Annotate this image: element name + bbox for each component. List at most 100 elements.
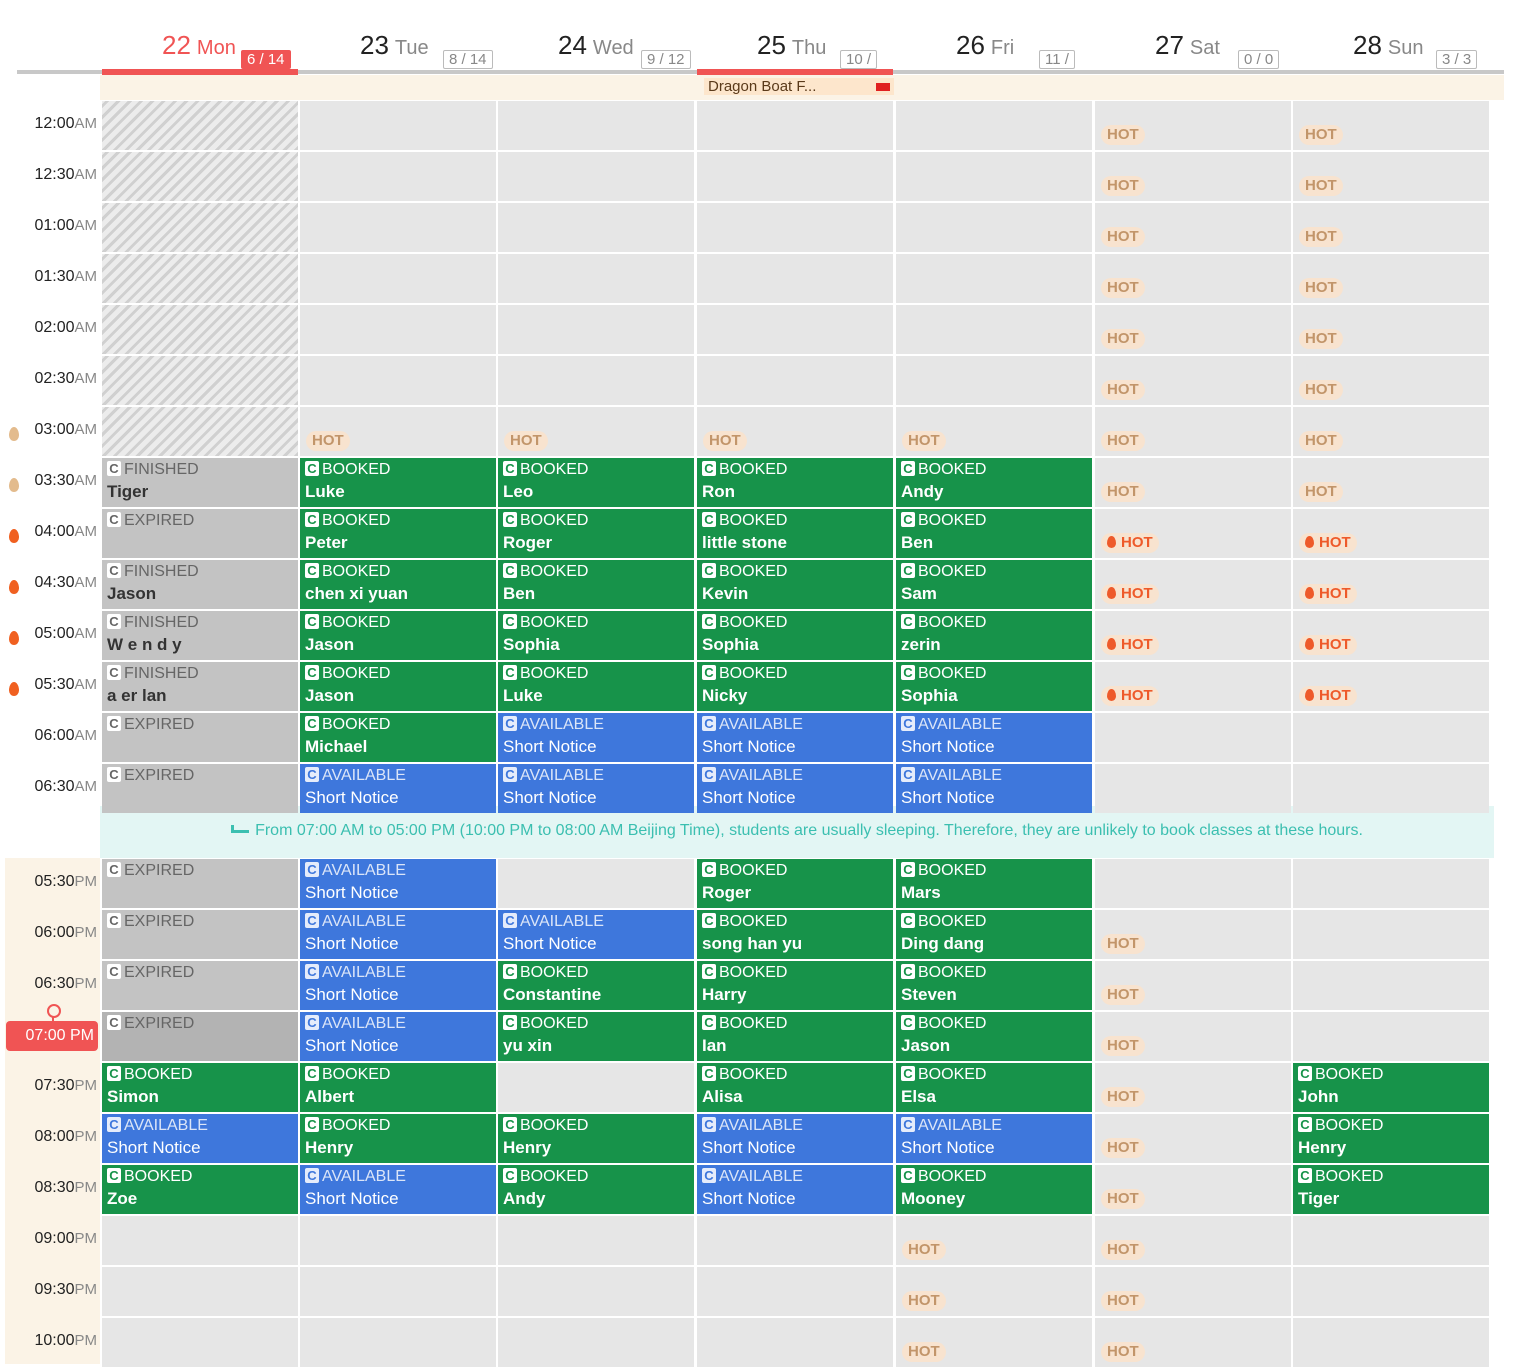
day-header-sat[interactable]: 27 Sat 0 / 0 [1093, 30, 1291, 70]
class-slot-booked[interactable]: C BOOKED Harry [697, 961, 893, 1010]
empty-slot[interactable] [1095, 713, 1291, 762]
class-slot-booked[interactable]: C BOOKED Elsa [896, 1063, 1092, 1112]
day-header-wed[interactable]: 24 Wed 9 / 12 [496, 30, 694, 70]
empty-slot[interactable] [1095, 764, 1291, 813]
class-slot-expired[interactable]: C EXPIRED [102, 713, 298, 762]
empty-slot[interactable] [300, 203, 496, 252]
empty-slot[interactable] [1095, 859, 1291, 908]
empty-slot[interactable] [102, 1216, 298, 1265]
class-slot-expired[interactable]: C EXPIRED [102, 910, 298, 959]
class-slot-booked[interactable]: C BOOKED John [1293, 1063, 1489, 1112]
empty-slot[interactable] [102, 1318, 298, 1367]
empty-slot[interactable] [896, 305, 1092, 354]
class-slot-booked[interactable]: C BOOKED Sophia [697, 611, 893, 660]
class-slot-available[interactable]: C AVAILABLE Short Notice [300, 961, 496, 1010]
empty-slot[interactable] [300, 1216, 496, 1265]
class-slot-booked[interactable]: C BOOKED Henry [498, 1114, 694, 1163]
class-slot-booked[interactable]: C BOOKED Andy [498, 1165, 694, 1214]
empty-slot[interactable] [498, 305, 694, 354]
class-slot-booked[interactable]: C BOOKED Jason [896, 1012, 1092, 1061]
class-slot-booked[interactable]: C BOOKED Jason [300, 662, 496, 711]
class-slot-booked[interactable]: C BOOKED Sam [896, 560, 1092, 609]
class-slot-booked[interactable]: C BOOKED Andy [896, 458, 1092, 507]
empty-slot[interactable] [697, 152, 893, 201]
class-slot-booked[interactable]: C BOOKED Constantine [498, 961, 694, 1010]
class-slot-available[interactable]: C AVAILABLE Short Notice [498, 764, 694, 813]
empty-slot[interactable] [498, 859, 694, 908]
class-slot-booked[interactable]: C BOOKED Mooney [896, 1165, 1092, 1214]
day-header-sun[interactable]: 28 Sun 3 / 3 [1291, 30, 1489, 70]
class-slot-available[interactable]: C AVAILABLE Short Notice [498, 713, 694, 762]
empty-slot[interactable] [498, 1063, 694, 1112]
class-slot-booked[interactable]: C BOOKED Ben [896, 509, 1092, 558]
class-slot-booked[interactable]: C BOOKED Sophia [896, 662, 1092, 711]
empty-slot[interactable] [1293, 1267, 1489, 1316]
class-slot-expired[interactable]: C EXPIRED [102, 961, 298, 1010]
class-slot-booked[interactable]: C BOOKED Alisa [697, 1063, 893, 1112]
class-slot-booked[interactable]: C BOOKED Luke [300, 458, 496, 507]
class-slot-available[interactable]: C AVAILABLE Short Notice [498, 910, 694, 959]
day-header-tue[interactable]: 23 Tue 8 / 14 [298, 30, 496, 70]
empty-slot[interactable] [102, 1267, 298, 1316]
class-slot-booked[interactable]: C BOOKED Nicky [697, 662, 893, 711]
empty-slot[interactable] [1293, 1216, 1489, 1265]
empty-slot[interactable] [300, 101, 496, 150]
empty-slot[interactable] [300, 305, 496, 354]
class-slot-finished[interactable]: C FINISHED Tiger [102, 458, 298, 507]
class-slot-finished[interactable]: C FINISHED a er lan [102, 662, 298, 711]
class-slot-booked[interactable]: C BOOKED Luke [498, 662, 694, 711]
class-slot-booked[interactable]: C BOOKED Ben [498, 560, 694, 609]
empty-slot[interactable] [697, 305, 893, 354]
class-slot-available[interactable]: C AVAILABLE Short Notice [697, 713, 893, 762]
empty-slot[interactable] [498, 254, 694, 303]
class-slot-available[interactable]: C AVAILABLE Short Notice [300, 1165, 496, 1214]
class-slot-booked[interactable]: C BOOKED Sophia [498, 611, 694, 660]
class-slot-booked[interactable]: C BOOKED Michael [300, 713, 496, 762]
empty-slot[interactable] [300, 152, 496, 201]
empty-slot[interactable] [1293, 1012, 1489, 1061]
class-slot-booked[interactable]: C BOOKED Leo [498, 458, 694, 507]
class-slot-booked[interactable]: C BOOKED Jason [300, 611, 496, 660]
class-slot-booked[interactable]: C BOOKED Albert [300, 1063, 496, 1112]
day-header-thu[interactable]: 25 Thu 10 / [695, 30, 893, 70]
class-slot-available[interactable]: C AVAILABLE Short Notice [697, 764, 893, 813]
class-slot-booked[interactable]: C BOOKED Ron [697, 458, 893, 507]
class-slot-booked[interactable]: C BOOKED Henry [300, 1114, 496, 1163]
class-slot-booked[interactable]: C BOOKED Ding dang [896, 910, 1092, 959]
empty-slot[interactable] [498, 356, 694, 405]
class-slot-expired[interactable]: C EXPIRED [102, 859, 298, 908]
class-slot-booked[interactable]: C BOOKED Tiger [1293, 1165, 1489, 1214]
class-slot-available[interactable]: C AVAILABLE Short Notice [300, 910, 496, 959]
empty-slot[interactable] [498, 152, 694, 201]
empty-slot[interactable] [697, 203, 893, 252]
class-slot-booked[interactable]: C BOOKED Roger [697, 859, 893, 908]
class-slot-expired[interactable]: C EXPIRED [102, 1012, 298, 1061]
class-slot-available[interactable]: C AVAILABLE Short Notice [697, 1165, 893, 1214]
empty-slot[interactable] [300, 1318, 496, 1367]
empty-slot[interactable] [896, 254, 1092, 303]
class-slot-available[interactable]: C AVAILABLE Short Notice [102, 1114, 298, 1163]
empty-slot[interactable] [697, 101, 893, 150]
class-slot-booked[interactable]: C BOOKED little stone [697, 509, 893, 558]
empty-slot[interactable] [1293, 764, 1489, 813]
class-slot-booked[interactable]: C BOOKED zerin [896, 611, 1092, 660]
empty-slot[interactable] [896, 101, 1092, 150]
class-slot-booked[interactable]: C BOOKED Steven [896, 961, 1092, 1010]
class-slot-booked[interactable]: C BOOKED Henry [1293, 1114, 1489, 1163]
empty-slot[interactable] [896, 152, 1092, 201]
empty-slot[interactable] [697, 254, 893, 303]
empty-slot[interactable] [498, 1267, 694, 1316]
class-slot-available[interactable]: C AVAILABLE Short Notice [896, 1114, 1092, 1163]
class-slot-booked[interactable]: C BOOKED chen xi yuan [300, 560, 496, 609]
empty-slot[interactable] [896, 356, 1092, 405]
empty-slot[interactable] [300, 1267, 496, 1316]
class-slot-booked[interactable]: C BOOKED yu xin [498, 1012, 694, 1061]
empty-slot[interactable] [697, 1267, 893, 1316]
class-slot-available[interactable]: C AVAILABLE Short Notice [300, 764, 496, 813]
empty-slot[interactable] [498, 203, 694, 252]
class-slot-booked[interactable]: C BOOKED Kevin [697, 560, 893, 609]
empty-slot[interactable] [896, 203, 1092, 252]
empty-slot[interactable] [498, 1216, 694, 1265]
empty-slot[interactable] [697, 356, 893, 405]
class-slot-available[interactable]: C AVAILABLE Short Notice [697, 1114, 893, 1163]
